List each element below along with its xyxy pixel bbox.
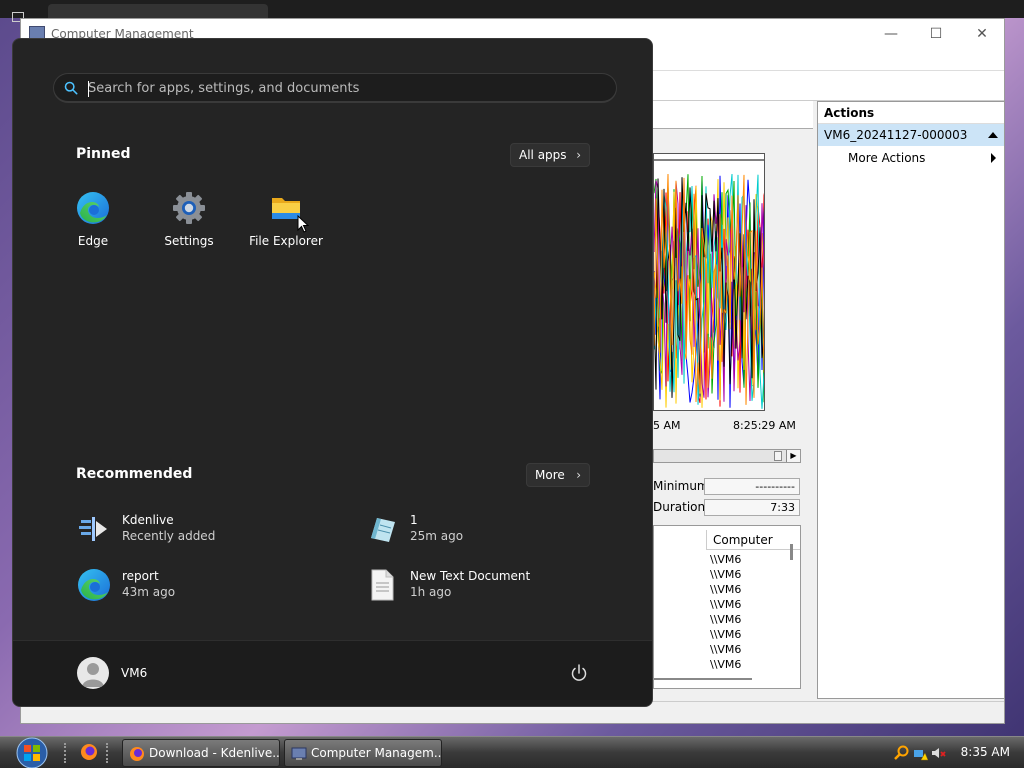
recommended-item-time: 1h ago xyxy=(410,585,452,599)
taskbar-grip[interactable] xyxy=(64,743,68,763)
windows-start-orb-icon[interactable] xyxy=(8,737,50,768)
collapse-up-icon[interactable] xyxy=(988,132,998,138)
table-row[interactable]: \\VM6 xyxy=(710,598,741,611)
recommended-item-time: 43m ago xyxy=(122,585,176,599)
pinned-app-label: Edge xyxy=(77,234,109,248)
stat-minimum-value: ---------- xyxy=(704,478,800,495)
counter-table: Computer \\VM6 \\VM6 \\VM6 \\VM6 \\VM6 \… xyxy=(653,525,801,689)
power-icon[interactable] xyxy=(569,663,589,683)
table-row[interactable]: \\VM6 xyxy=(710,613,741,626)
firefox-icon[interactable] xyxy=(80,743,98,761)
maximize-button[interactable]: ☐ xyxy=(921,23,951,45)
taskbar-button-computer-management[interactable]: Computer Managem... xyxy=(284,739,442,767)
magnifier-tray-icon[interactable] xyxy=(894,745,910,761)
chevron-right-icon: › xyxy=(576,468,581,482)
graph-scrollbar[interactable]: ▶ xyxy=(653,449,801,463)
recommended-item-name: New Text Document xyxy=(410,569,531,583)
user-name[interactable]: VM6 xyxy=(121,666,147,680)
recommended-item-new-text-document[interactable]: New Text Document 1h ago xyxy=(365,567,625,603)
mouse-cursor-icon xyxy=(297,215,309,233)
table-header-computer[interactable]: Computer xyxy=(706,530,800,550)
edge-icon xyxy=(78,569,110,601)
taskbar-clock[interactable]: 8:35 AM xyxy=(961,745,1010,759)
background-window-strip xyxy=(0,0,1024,22)
start-menu: Pinned All apps › Edge xyxy=(12,38,653,707)
recommended-item-time: Recently added xyxy=(122,529,216,543)
user-avatar-icon[interactable] xyxy=(77,657,109,689)
table-horizontal-scrollbar[interactable] xyxy=(654,678,752,680)
all-apps-label: All apps xyxy=(519,148,567,162)
text-document-icon xyxy=(371,569,394,601)
system-tray: 8:35 AM xyxy=(894,737,1024,768)
search-input[interactable] xyxy=(88,78,598,98)
table-row[interactable]: \\VM6 xyxy=(710,643,741,656)
pinned-app-file-explorer[interactable]: File Explorer xyxy=(241,191,331,248)
taskbar-button-label: Computer Managem... xyxy=(311,746,442,760)
gear-icon xyxy=(173,192,205,224)
performance-graph-svg xyxy=(654,159,764,409)
table-row[interactable]: \\VM6 xyxy=(710,658,741,671)
more-actions-item[interactable]: More Actions xyxy=(818,146,1004,170)
table-vertical-scrollbar[interactable] xyxy=(790,544,793,560)
graph-time-right: 8:25:29 AM xyxy=(733,419,796,432)
pinned-app-edge[interactable]: Edge xyxy=(48,191,138,248)
table-row[interactable]: \\VM6 xyxy=(710,628,741,641)
recommended-item-report[interactable]: report 43m ago xyxy=(77,567,337,603)
recommended-item-time: 25m ago xyxy=(410,529,464,543)
all-apps-button[interactable]: All apps › xyxy=(510,143,590,167)
pinned-app-label: Settings xyxy=(164,234,214,248)
actions-title: Actions xyxy=(818,102,1004,124)
cm-center-header xyxy=(653,101,813,129)
recommended-item-name: Kdenlive xyxy=(122,513,174,527)
kdenlive-icon xyxy=(79,517,107,541)
text-caret xyxy=(88,81,89,97)
actions-item-vm6[interactable]: VM6_20241127-000003 xyxy=(818,124,1004,146)
recommended-item-1[interactable]: 1 25m ago xyxy=(365,511,625,547)
taskbar-button-label: Download - Kdenlive... xyxy=(149,746,280,760)
taskbar-grip[interactable] xyxy=(106,743,110,763)
volume-muted-icon[interactable] xyxy=(930,745,946,761)
submenu-arrow-icon xyxy=(991,153,996,163)
close-button[interactable]: ✕ xyxy=(967,23,997,45)
more-label: More xyxy=(535,468,565,482)
firefox-icon xyxy=(130,747,144,761)
recommended-item-name: 1 xyxy=(410,513,418,527)
chevron-right-icon: › xyxy=(576,148,581,162)
stat-duration-value: 7:33 xyxy=(704,499,800,516)
search-icon xyxy=(64,81,78,95)
table-row[interactable]: \\VM6 xyxy=(710,553,741,566)
actions-pane: Actions VM6_20241127-000003 More Actions xyxy=(817,101,1005,699)
computer-management-icon xyxy=(291,747,307,760)
minimize-button[interactable]: — xyxy=(876,23,906,45)
graph-scroll-thumb[interactable] xyxy=(774,451,782,461)
start-footer: VM6 xyxy=(13,640,652,706)
scroll-right-arrow-icon[interactable]: ▶ xyxy=(786,450,800,462)
edge-icon xyxy=(77,192,109,224)
user-silhouette xyxy=(82,663,104,687)
actions-item-label: VM6_20241127-000003 xyxy=(824,128,968,142)
network-warning-icon[interactable] xyxy=(912,745,928,761)
taskbar-button-kdenlive-download[interactable]: Download - Kdenlive... xyxy=(122,739,280,767)
pinned-app-settings[interactable]: Settings xyxy=(144,191,234,248)
graph-time-left: 5 AM xyxy=(653,419,681,432)
recommended-item-name: report xyxy=(122,569,159,583)
table-row[interactable]: \\VM6 xyxy=(710,583,741,596)
notepad-icon xyxy=(371,518,395,542)
taskbar: Download - Kdenlive... Computer Managem.… xyxy=(0,736,1024,768)
recommended-item-kdenlive[interactable]: Kdenlive Recently added xyxy=(77,511,337,547)
table-row[interactable]: \\VM6 xyxy=(710,568,741,581)
stat-minimum-label: Minimum xyxy=(653,479,709,493)
stat-duration-label: Duration xyxy=(653,500,706,514)
start-search-box[interactable] xyxy=(53,73,617,103)
pinned-title: Pinned xyxy=(76,146,131,162)
recommended-title: Recommended xyxy=(76,466,193,482)
pinned-app-label: File Explorer xyxy=(249,234,323,248)
more-button[interactable]: More › xyxy=(526,463,590,487)
background-tab[interactable] xyxy=(48,4,268,18)
performance-graph xyxy=(653,153,765,411)
more-actions-label: More Actions xyxy=(848,151,926,165)
